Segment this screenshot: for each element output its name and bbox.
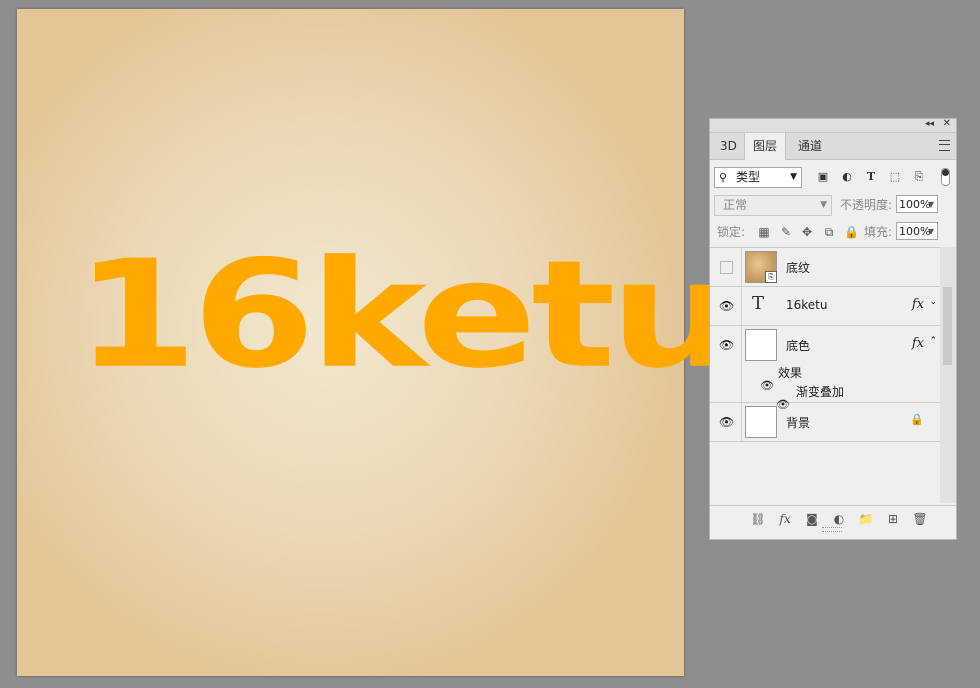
lock-icon: 🔒 bbox=[910, 413, 924, 426]
layers-panel: ◂◂ ✕ 3D 图层 通道 ⚲ 类型 ▼ ▣ ◐ T ⬚ ⎘ 正常 ▼ 不透明度… bbox=[709, 118, 957, 540]
effect-row-gradient-overlay[interactable]: 👁 渐变叠加 bbox=[710, 383, 940, 411]
fill-label: 填充: bbox=[864, 225, 893, 239]
lock-transparent-pixels-icon[interactable]: ▦ bbox=[757, 225, 771, 239]
layers-scrollbar[interactable] bbox=[940, 247, 956, 503]
layer-name: 背景 bbox=[786, 416, 811, 430]
collapse-panel-icon[interactable]: ◂◂ bbox=[925, 119, 934, 129]
lock-artboard-icon[interactable]: ⧉ bbox=[822, 225, 836, 239]
add-mask-icon[interactable]: ◙ bbox=[804, 511, 820, 527]
filter-row: ⚲ 类型 ▼ ▣ ◐ T ⬚ ⎘ bbox=[714, 167, 952, 189]
effects-label: 效果 bbox=[778, 366, 803, 380]
fill-input[interactable]: 100% ▼ bbox=[896, 222, 938, 240]
smart-object-badge-icon: ⎘ bbox=[765, 271, 777, 283]
adjustment-filter-icon[interactable]: ◐ bbox=[840, 170, 854, 184]
eye-icon[interactable]: 👁 bbox=[719, 415, 734, 429]
lock-label: 锁定: bbox=[717, 225, 746, 239]
tab-channels[interactable]: 通道 bbox=[790, 133, 830, 159]
effect-name: 渐变叠加 bbox=[796, 385, 845, 399]
new-group-icon[interactable]: 📁 bbox=[858, 511, 874, 527]
opacity-input[interactable]: 100% ▼ bbox=[896, 195, 938, 213]
filter-kind-select[interactable]: ⚲ 类型 ▼ bbox=[714, 167, 802, 188]
chevron-down-icon: ▼ bbox=[927, 200, 934, 209]
image-filter-icon[interactable]: ▣ bbox=[816, 170, 830, 184]
blend-row: 正常 ▼ 不透明度: 100% ▼ bbox=[714, 195, 952, 216]
layer-name: 底纹 bbox=[786, 261, 811, 275]
tab-3d[interactable]: 3D bbox=[712, 133, 745, 159]
chevron-down-icon[interactable]: ⌄ bbox=[929, 297, 937, 307]
chevron-up-icon[interactable]: ⌃ bbox=[929, 336, 937, 346]
add-style-icon[interactable]: fx bbox=[777, 511, 793, 527]
chevron-down-icon: ▼ bbox=[820, 200, 827, 210]
opacity-value: 100% bbox=[899, 198, 931, 211]
layer-name: 16ketu bbox=[786, 298, 828, 312]
layer-name: 底色 bbox=[786, 339, 811, 353]
scrollbar-thumb[interactable] bbox=[943, 287, 952, 365]
layers-bottom-toolbar: ⛓ fx ◙ ◐ 📁 ⊞ 🗑 bbox=[710, 505, 956, 533]
layer-row-texture[interactable]: ⎘ 底纹 bbox=[710, 248, 940, 287]
smart-object-filter-icon[interactable]: ⎘ bbox=[912, 170, 926, 184]
fx-icon[interactable]: fx bbox=[912, 297, 924, 312]
panel-tabs: 3D 图层 通道 bbox=[710, 133, 956, 160]
chevron-down-icon: ▼ bbox=[927, 227, 934, 236]
panel-menu-icon[interactable] bbox=[939, 140, 950, 151]
eye-icon[interactable]: 👁 bbox=[719, 299, 734, 313]
layer-row-text[interactable]: 👁 T 16ketu fx ⌄ bbox=[710, 287, 940, 326]
layer-row-base-color[interactable]: 👁 底色 fx ⌃ 👁 效果 👁 渐变叠加 bbox=[710, 326, 940, 411]
type-filter-icon[interactable]: T bbox=[864, 170, 878, 184]
layer-row-background[interactable]: 👁 背景 🔒 bbox=[710, 403, 940, 442]
divider bbox=[741, 403, 742, 441]
effects-group-row[interactable]: 👁 效果 bbox=[710, 364, 940, 392]
divider bbox=[741, 287, 742, 325]
layers-list: ⎘ 底纹 👁 T 16ketu fx ⌄ 👁 底色 fx ⌃ 👁 效果 👁 渐变… bbox=[710, 247, 940, 444]
fx-icon[interactable]: fx bbox=[912, 336, 924, 351]
visibility-toggle-off[interactable] bbox=[720, 261, 733, 274]
canvas-text-16ketu: 16ketu bbox=[75, 228, 736, 401]
delete-layer-icon[interactable]: 🗑 bbox=[912, 511, 928, 527]
blend-mode-value: 正常 bbox=[723, 198, 748, 212]
close-icon[interactable]: ✕ bbox=[943, 118, 951, 129]
type-layer-icon: T bbox=[752, 293, 765, 314]
panel-title-bar: ◂◂ ✕ bbox=[710, 118, 956, 133]
blend-mode-select[interactable]: 正常 ▼ bbox=[714, 195, 832, 216]
layer-thumbnail bbox=[745, 329, 777, 361]
divider bbox=[741, 248, 742, 286]
new-layer-icon[interactable]: ⊞ bbox=[885, 511, 901, 527]
chevron-down-icon: ▼ bbox=[790, 172, 797, 182]
filter-kind-label: 类型 bbox=[736, 170, 761, 184]
lock-position-icon[interactable]: ✥ bbox=[800, 225, 814, 239]
opacity-label: 不透明度: bbox=[840, 198, 893, 212]
lock-image-pixels-icon[interactable]: ✎ bbox=[779, 225, 793, 239]
tab-layers[interactable]: 图层 bbox=[744, 133, 787, 160]
filter-toggle-switch[interactable] bbox=[941, 168, 950, 186]
resize-grip[interactable] bbox=[822, 527, 842, 532]
lock-row: 锁定: ▦ ✎ ✥ ⧉ 🔒 填充: 100% ▼ bbox=[714, 222, 952, 242]
search-icon: ⚲ bbox=[719, 171, 728, 184]
eye-icon[interactable]: 👁 bbox=[719, 338, 734, 352]
lock-all-icon[interactable]: 🔒 bbox=[844, 225, 859, 239]
shape-filter-icon[interactable]: ⬚ bbox=[888, 170, 902, 184]
link-layers-icon[interactable]: ⛓ bbox=[750, 511, 766, 527]
document-canvas[interactable]: 16ketu bbox=[17, 9, 736, 676]
new-adjustment-layer-icon[interactable]: ◐ bbox=[831, 511, 847, 527]
layer-thumbnail bbox=[745, 406, 777, 438]
layer-thumbnail: ⎘ bbox=[745, 251, 777, 283]
fill-value: 100% bbox=[899, 225, 931, 238]
